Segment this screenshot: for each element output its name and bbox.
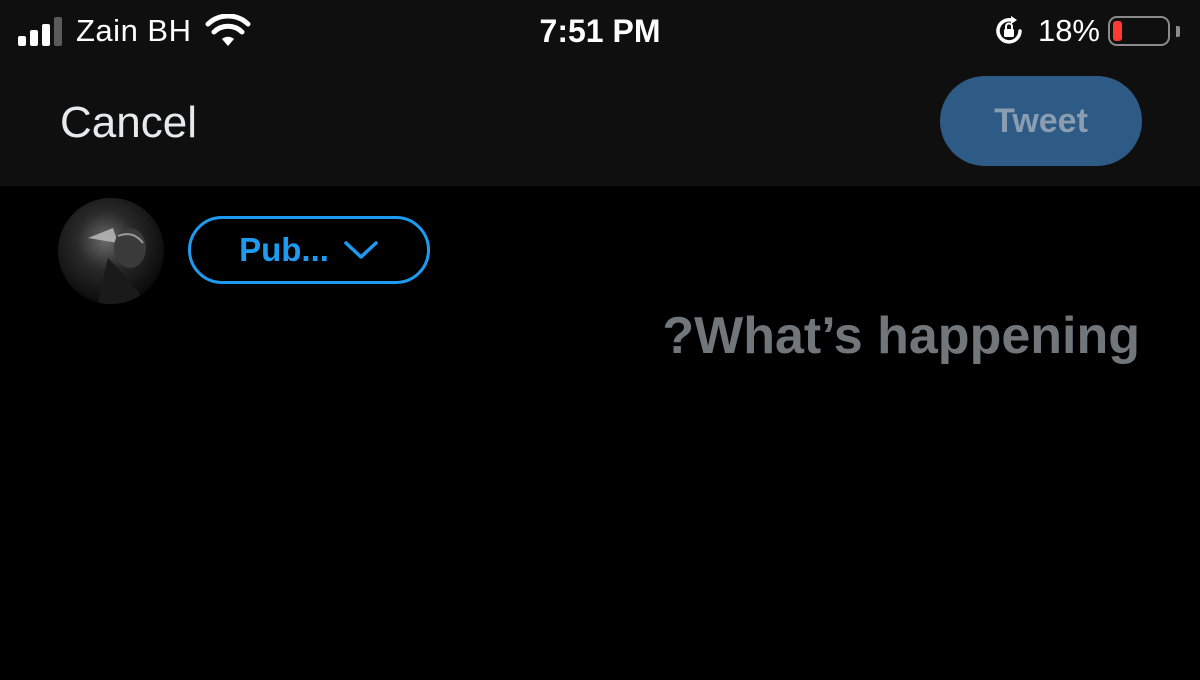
- tweet-button[interactable]: Tweet: [940, 76, 1142, 166]
- avatar-image: [58, 198, 164, 304]
- cancel-button[interactable]: Cancel: [60, 98, 197, 148]
- battery-cap: [1176, 25, 1180, 37]
- avatar[interactable]: [58, 198, 164, 304]
- compose-nav-bar: Cancel Tweet: [0, 62, 1200, 186]
- status-right: 18%: [992, 12, 1180, 50]
- chevron-down-icon: [344, 241, 378, 259]
- battery-icon: [1108, 16, 1170, 46]
- compose-tweet-screen: Zain BH 7:51 PM 18% Cancel Tweet Pub... …: [0, 0, 1200, 680]
- tweet-text-input[interactable]: ?What’s happening: [662, 306, 1140, 366]
- battery-percent: 18%: [1037, 13, 1100, 48]
- audience-selector[interactable]: Pub...: [188, 216, 430, 284]
- status-bar: Zain BH 7:51 PM 18%: [0, 0, 1200, 62]
- battery-fill: [1113, 21, 1122, 41]
- audience-label: Pub...: [239, 231, 329, 268]
- compose-area: Pub... ?What’s happening: [0, 186, 1200, 680]
- orientation-lock-icon: [996, 16, 1022, 44]
- header-area: Zain BH 7:51 PM 18% Cancel Tweet: [0, 0, 1200, 186]
